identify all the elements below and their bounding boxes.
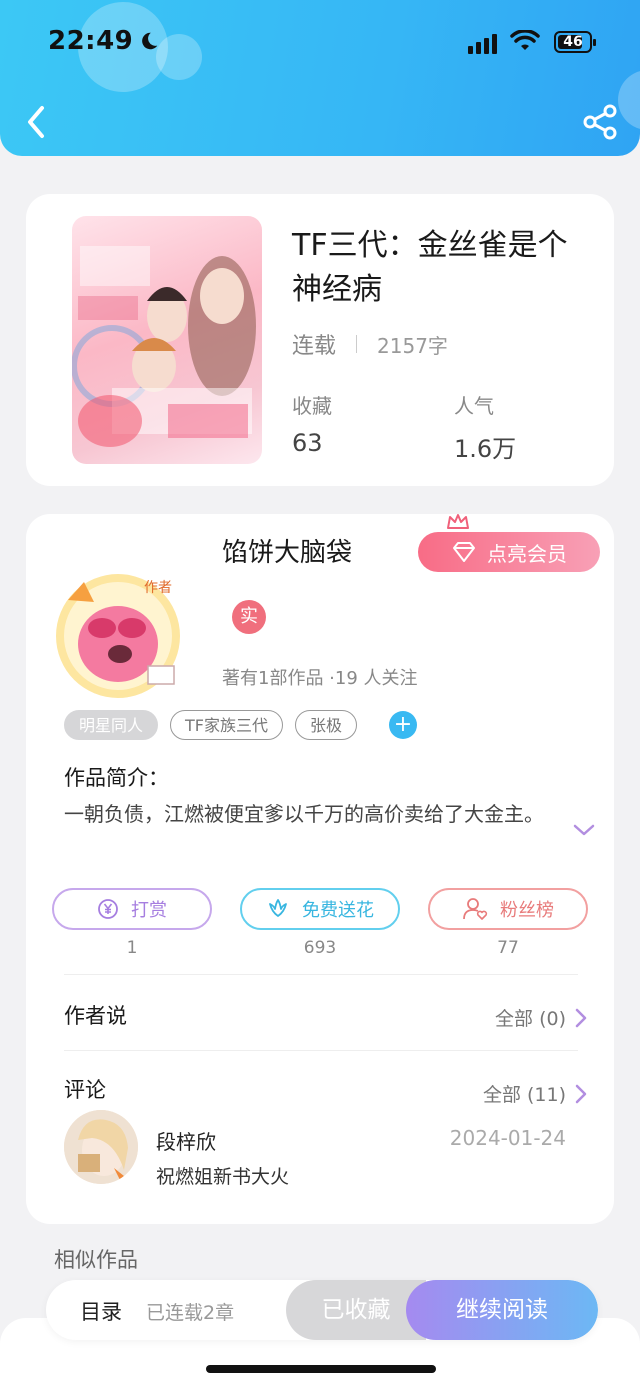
author-avatar-image: 作者 (56, 574, 180, 698)
author-says-more-label: 全部 (0) (495, 1008, 566, 1030)
author-works-info: 著有1部作品 ·19 人关注 (222, 668, 418, 689)
commenter-avatar-image (64, 1110, 138, 1184)
send-flower-button[interactable]: 免费送花 (240, 888, 400, 930)
stat-value: 63 (292, 429, 323, 457)
author-says-more[interactable]: 全部 (0) (495, 1004, 588, 1031)
crown-icon (447, 514, 469, 529)
continue-reading-button[interactable]: 继续阅读 (406, 1280, 598, 1340)
comment-text: 祝燃姐新书大火 (156, 1166, 290, 1188)
home-indicator[interactable] (206, 1365, 436, 1373)
fan-rank-label: 粉丝榜 (500, 900, 554, 921)
book-cover[interactable] (72, 216, 262, 464)
verified-badge: 实 (232, 600, 266, 634)
flower-icon (269, 899, 287, 917)
catalog-button[interactable]: 目录 (80, 1296, 122, 1326)
fan-rank-button[interactable]: 粉丝榜 (428, 888, 588, 930)
reward-count: 1 (126, 938, 138, 958)
book-info-card: TF三代：金丝雀是个神经病 连载 2157字 收藏 63 人气 1.6万 (26, 194, 614, 486)
author-says-title: 作者说 (64, 1004, 127, 1028)
collected-button[interactable]: 已收藏 (286, 1280, 426, 1340)
author-name[interactable]: 馅饼大脑袋 (222, 532, 352, 569)
flower-count: 693 (303, 938, 337, 958)
commenter-name[interactable]: 段梓欣 (156, 1126, 216, 1155)
chevron-right-icon (575, 1008, 587, 1027)
add-tag-icon[interactable]: + (389, 711, 418, 739)
word-count: 2157字 (377, 333, 448, 358)
decor-bubble (618, 70, 640, 130)
tag-item[interactable]: 张极 (295, 710, 358, 740)
battery-icon: 46 (554, 31, 596, 53)
author-card: 作者 馅饼大脑袋 点亮会员 实 著有1部作品 ·19 人关注 明星同人 TF家族… (26, 514, 614, 1224)
divider (64, 974, 578, 975)
comments-more-label: 全部 (11) (482, 1084, 566, 1106)
stat-value: 1.6万 (454, 435, 517, 463)
bottom-action-bar: 目录 已连载2章 已收藏 继续阅读 (46, 1280, 598, 1340)
similar-works-title: 相似作品 (54, 1248, 138, 1272)
stat-popularity: 人气 1.6万 (454, 390, 516, 464)
stat-label: 收藏 (292, 394, 332, 418)
book-title: TF三代：金丝雀是个神经病 (292, 228, 568, 307)
fan-count: 77 (497, 938, 519, 958)
intro-text: 一朝负债，江燃被便宜爹以千万的高价卖给了大金主。 (64, 802, 544, 826)
tag-item[interactable]: 明星同人 (64, 710, 159, 740)
diamond-icon (453, 542, 475, 562)
book-meta: 连载 2157字 (292, 328, 448, 360)
meta-divider (356, 335, 358, 353)
vip-button[interactable]: 点亮会员 (418, 532, 600, 572)
send-flower-label: 免费送花 (302, 900, 374, 921)
chapter-count: 已连载2章 (146, 1302, 235, 1324)
user-heart-icon (463, 898, 488, 920)
intro-label: 作品简介： (64, 766, 169, 790)
author-avatar[interactable]: 作者 (52, 570, 184, 702)
wifi-icon (510, 30, 540, 50)
commenter-avatar[interactable] (64, 1110, 138, 1184)
status-time: 22:49 (48, 26, 134, 56)
reward-button[interactable]: 打赏 (52, 888, 212, 930)
stat-favorites: 收藏 63 (292, 390, 332, 457)
stat-label: 人气 (454, 394, 494, 418)
chevron-right-icon (575, 1084, 587, 1103)
tag-item[interactable]: TF家族三代 (170, 710, 283, 740)
chevron-down-icon[interactable] (572, 822, 596, 838)
moon-icon (142, 32, 158, 50)
back-icon[interactable] (18, 100, 58, 144)
tag-list: 明星同人 TF家族三代 张极 + (64, 710, 418, 740)
decor-bubble (156, 34, 202, 80)
share-icon[interactable] (580, 102, 620, 142)
signal-icon (468, 34, 497, 54)
vip-label: 点亮会员 (487, 541, 567, 566)
comment-date: 2024-01-24 (449, 1126, 566, 1150)
comments-more[interactable]: 全部 (11) (483, 1080, 588, 1107)
reward-label: 打赏 (131, 900, 167, 921)
yen-coin-icon (98, 899, 118, 919)
svg-text:作者: 作者 (144, 580, 172, 596)
serial-status: 连载 (292, 334, 337, 359)
comments-title: 评论 (64, 1078, 106, 1102)
divider (64, 1050, 578, 1051)
header-bar: 22:49 46 (0, 0, 640, 156)
cover-art (72, 246, 256, 447)
battery-level: 46 (563, 34, 583, 50)
